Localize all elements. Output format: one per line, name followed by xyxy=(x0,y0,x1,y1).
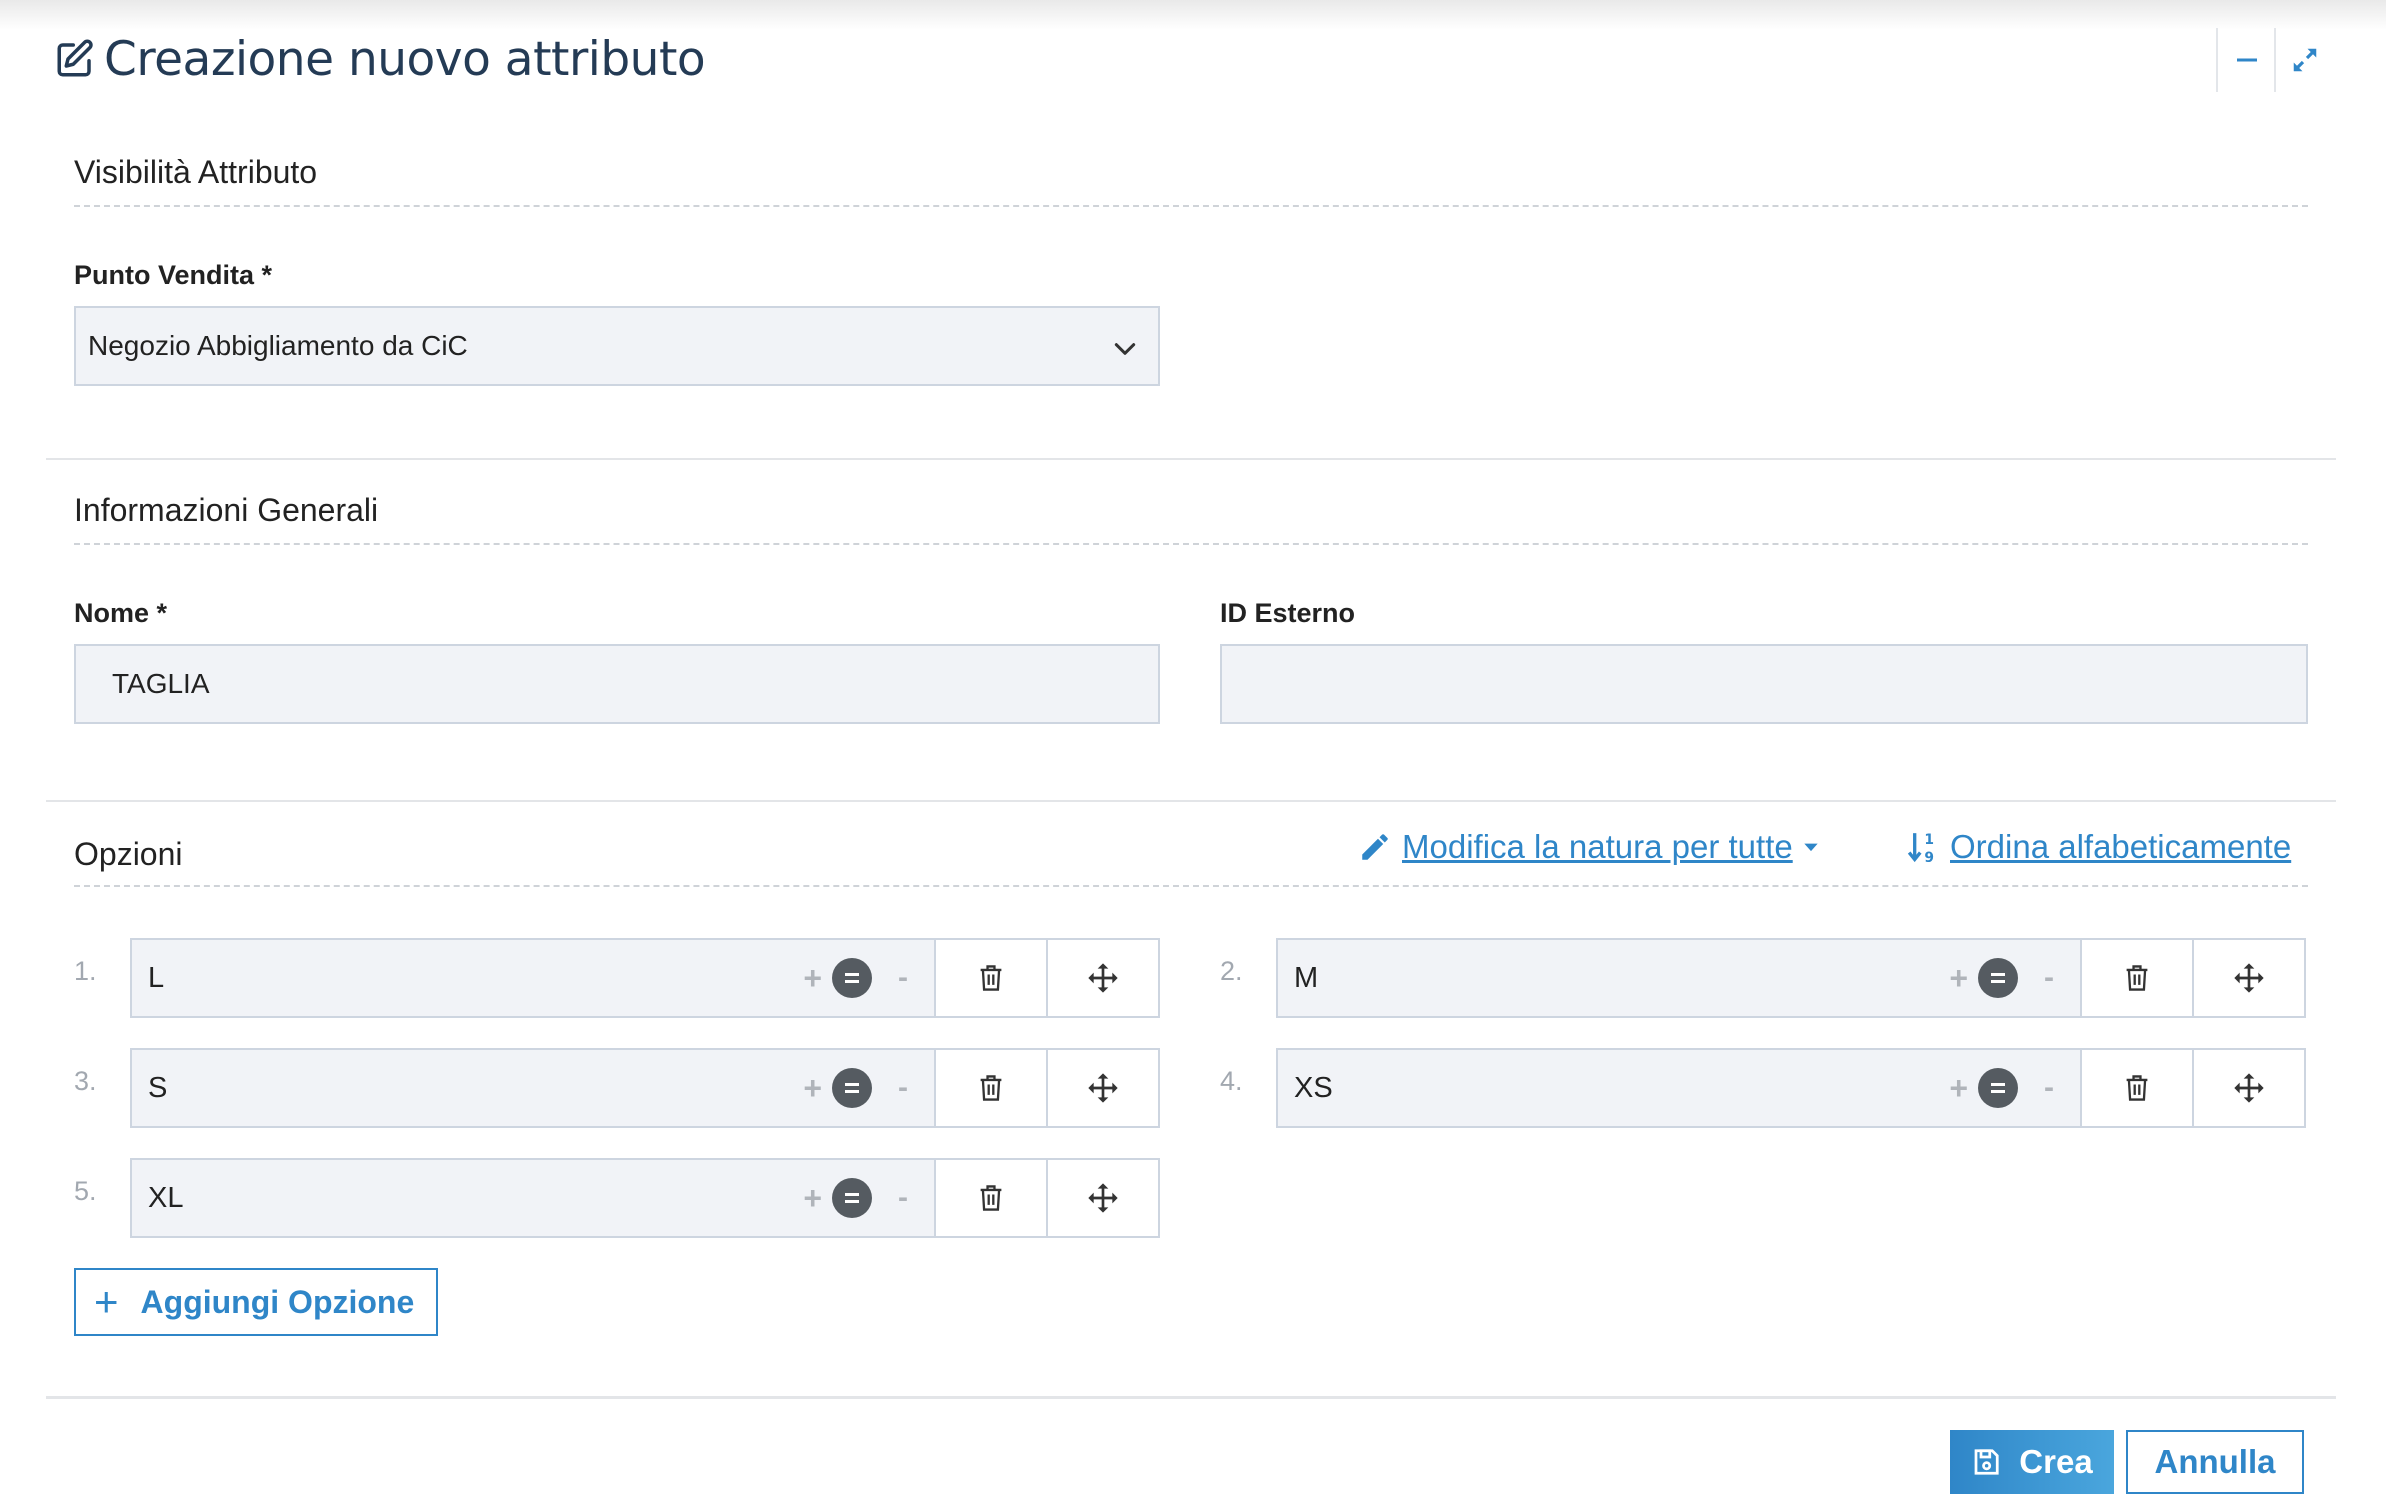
equal-nature-icon[interactable] xyxy=(832,1068,872,1108)
option-number: 5. xyxy=(74,1176,97,1206)
equal-nature-icon[interactable] xyxy=(832,1178,872,1218)
move-icon xyxy=(1088,963,1118,993)
option-number: 2. xyxy=(1220,956,1243,986)
edit-icon xyxy=(57,39,93,77)
store-select[interactable]: Negozio Abbigliamento da CiC xyxy=(74,306,1160,386)
section-separator xyxy=(46,800,2336,802)
options-section-title: Opzioni xyxy=(74,836,183,872)
decrease-nature-button[interactable]: - xyxy=(898,1071,908,1105)
section-divider xyxy=(74,543,2308,545)
move-option-handle[interactable] xyxy=(2192,1050,2304,1126)
option-row: XL + - xyxy=(130,1158,1160,1238)
option-row: XS + - xyxy=(1276,1048,2306,1128)
window-top-shadow xyxy=(0,0,2386,30)
trash-icon xyxy=(980,1185,1002,1211)
minus-icon xyxy=(2237,58,2257,62)
option-input[interactable]: M + - xyxy=(1278,940,2080,1016)
store-label: Punto Vendita * xyxy=(74,260,273,290)
move-icon xyxy=(1088,1183,1118,1213)
edit-nature-label: Modifica la natura per tutte xyxy=(1402,828,1793,865)
delete-option-button[interactable] xyxy=(2080,940,2192,1016)
option-input[interactable]: L + - xyxy=(132,940,934,1016)
name-input[interactable]: TAGLIA xyxy=(74,644,1160,724)
option-input[interactable]: XL + - xyxy=(132,1160,934,1236)
option-value: XL xyxy=(148,1181,184,1214)
sort-alphabetically-label: Ordina alfabeticamente xyxy=(1950,828,2292,865)
cancel-button-label: Annulla xyxy=(2154,1443,2276,1480)
edit-nature-link[interactable]: Modifica la natura per tutte xyxy=(1358,828,1821,866)
decrease-nature-button[interactable]: - xyxy=(898,961,908,995)
store-select-value: Negozio Abbigliamento da CiC xyxy=(88,330,468,361)
general-section-title: Informazioni Generali xyxy=(74,492,379,528)
chevron-down-icon xyxy=(1114,343,1136,355)
move-icon xyxy=(2234,1073,2264,1103)
option-input[interactable]: XS + - xyxy=(1278,1050,2080,1126)
increase-nature-button[interactable]: + xyxy=(1949,1070,1968,1107)
expand-button[interactable] xyxy=(2274,28,2334,92)
move-option-handle[interactable] xyxy=(2192,940,2304,1016)
option-row: L + - xyxy=(130,938,1160,1018)
option-number: 1. xyxy=(74,956,97,986)
option-value: M xyxy=(1294,961,1319,994)
cancel-button[interactable]: Annulla xyxy=(2126,1430,2304,1494)
trash-icon xyxy=(2126,965,2148,991)
section-divider xyxy=(74,885,2308,887)
increase-nature-button[interactable]: + xyxy=(803,1070,822,1107)
section-separator xyxy=(46,458,2336,460)
name-input-value: TAGLIA xyxy=(112,668,210,699)
svg-text:9: 9 xyxy=(1924,850,1934,865)
option-number: 3. xyxy=(74,1066,97,1096)
option-number: 4. xyxy=(1220,1066,1243,1096)
visibility-section-title: Visibilità Attributo xyxy=(74,154,318,190)
move-icon xyxy=(1088,1073,1118,1103)
equal-nature-icon[interactable] xyxy=(1978,958,2018,998)
delete-option-button[interactable] xyxy=(2080,1050,2192,1126)
decrease-nature-button[interactable]: - xyxy=(2044,1071,2054,1105)
dialog-title: Creazione nuovo attributo xyxy=(104,32,706,87)
add-option-button[interactable]: + Aggiungi Opzione xyxy=(74,1268,438,1336)
equal-nature-icon[interactable] xyxy=(1978,1068,2018,1108)
minimize-button[interactable] xyxy=(2216,28,2276,92)
svg-text:1: 1 xyxy=(1924,832,1934,848)
trash-icon xyxy=(2126,1075,2148,1101)
option-value: L xyxy=(148,961,165,994)
external-id-input[interactable] xyxy=(1220,644,2308,724)
option-input[interactable]: S + - xyxy=(132,1050,934,1126)
add-option-label: Aggiungi Opzione xyxy=(140,1283,415,1320)
increase-nature-button[interactable]: + xyxy=(803,1180,822,1217)
delete-option-button[interactable] xyxy=(934,1050,1046,1126)
footer-separator xyxy=(46,1396,2336,1399)
create-button-label: Crea xyxy=(2019,1443,2093,1480)
move-option-handle[interactable] xyxy=(1046,1050,1158,1126)
option-row: S + - xyxy=(130,1048,1160,1128)
move-icon xyxy=(2234,963,2264,993)
option-value: S xyxy=(148,1071,168,1104)
expand-icon xyxy=(2293,48,2317,72)
trash-icon xyxy=(980,965,1002,991)
trash-icon xyxy=(980,1075,1002,1101)
option-value: XS xyxy=(1294,1071,1333,1104)
equal-nature-icon[interactable] xyxy=(832,958,872,998)
caret-down-icon xyxy=(1804,843,1818,852)
create-button[interactable]: Crea xyxy=(1950,1430,2114,1494)
section-divider xyxy=(74,205,2308,207)
name-label: Nome * xyxy=(74,598,168,628)
sort-alphabetically-link[interactable]: 1 9 Ordina alfabeticamente xyxy=(1906,828,2291,866)
plus-icon: + xyxy=(94,1278,119,1325)
sort-alpha-icon: 1 9 xyxy=(1907,832,1934,865)
decrease-nature-button[interactable]: - xyxy=(2044,961,2054,995)
option-row: M + - xyxy=(1276,938,2306,1018)
external-id-label: ID Esterno xyxy=(1220,598,1356,628)
pencil-icon xyxy=(1362,834,1388,860)
move-option-handle[interactable] xyxy=(1046,940,1158,1016)
increase-nature-button[interactable]: + xyxy=(803,960,822,997)
save-icon xyxy=(1974,1449,1999,1475)
move-option-handle[interactable] xyxy=(1046,1160,1158,1236)
delete-option-button[interactable] xyxy=(934,940,1046,1016)
increase-nature-button[interactable]: + xyxy=(1949,960,1968,997)
delete-option-button[interactable] xyxy=(934,1160,1046,1236)
decrease-nature-button[interactable]: - xyxy=(898,1181,908,1215)
